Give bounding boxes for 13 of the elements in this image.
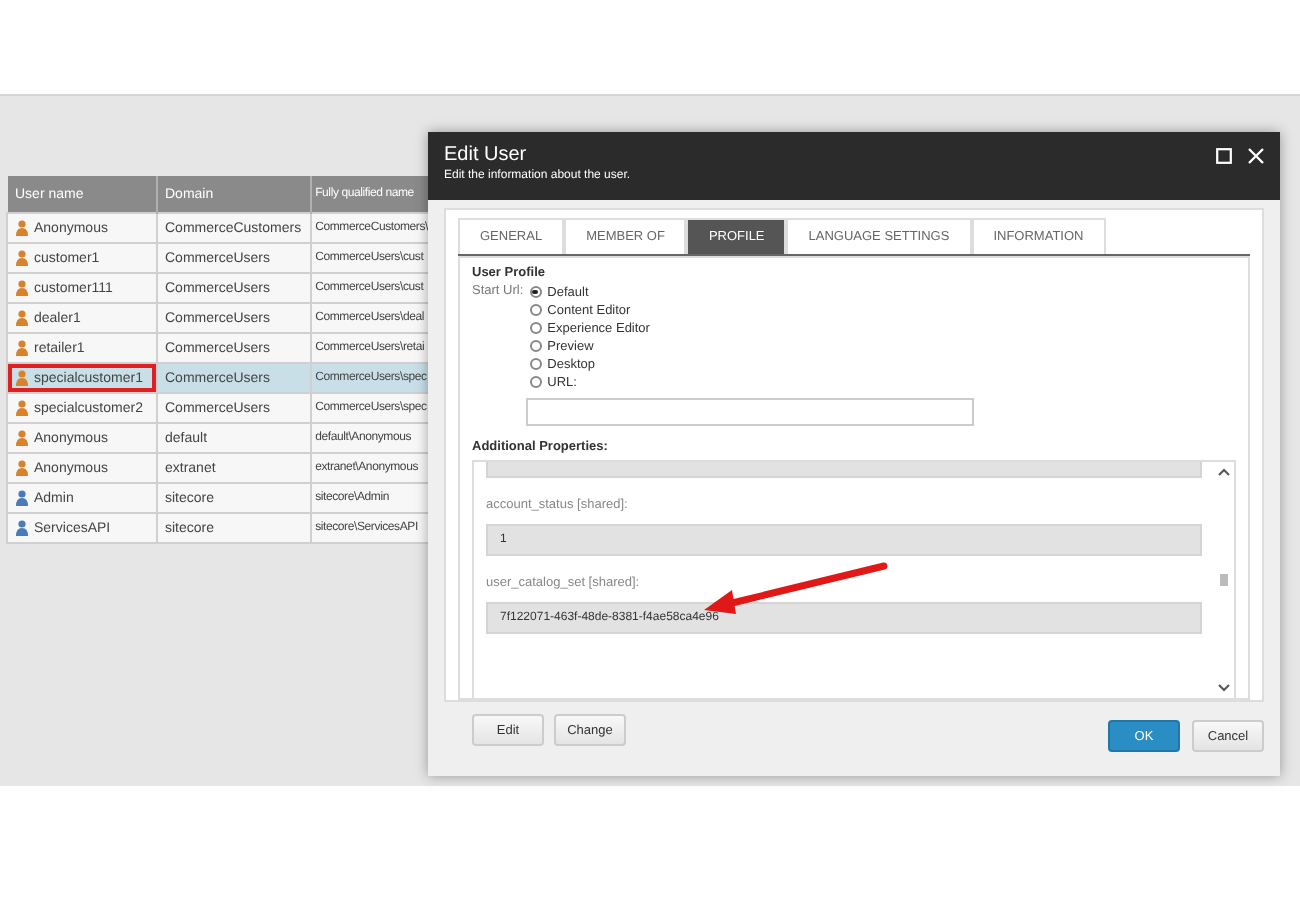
url-input-field[interactable] [526, 398, 974, 426]
radio-button[interactable] [529, 304, 542, 316]
scroll-down-icon[interactable] [1218, 684, 1230, 692]
radio-button[interactable] [529, 358, 542, 370]
scroll-up-icon[interactable] [1218, 468, 1230, 476]
radio-button[interactable] [529, 286, 542, 298]
scrollbar-thumb[interactable] [1220, 574, 1228, 586]
radio-button[interactable] [529, 376, 542, 388]
close-icon[interactable] [1248, 148, 1264, 164]
dialog-title: Edit User [444, 144, 529, 166]
radio-button[interactable] [529, 340, 542, 352]
radio-button[interactable] [529, 322, 542, 334]
maximize-icon[interactable] [1216, 148, 1232, 164]
